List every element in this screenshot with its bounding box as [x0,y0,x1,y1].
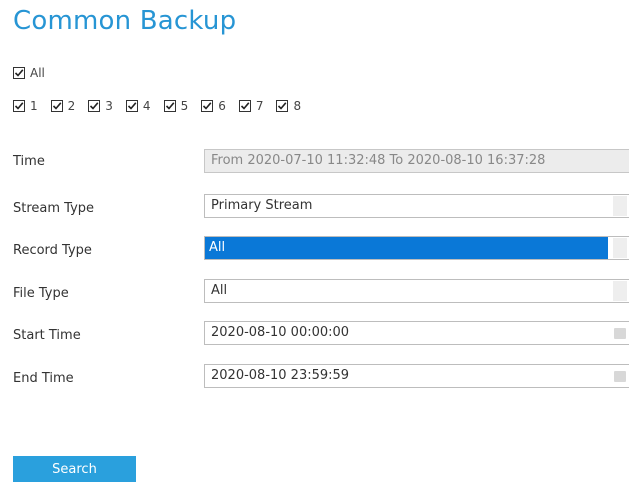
channel-label: 1 [30,99,38,113]
channel-label: 7 [255,99,264,113]
channel-checkbox-1[interactable]: 1 [13,99,38,113]
calendar-icon[interactable] [614,371,626,382]
channel-checkbox-6[interactable]: 6 [201,99,226,113]
end-time-value: 2020-08-10 23:59:59 [211,368,350,383]
stream-type-label: Stream Type [13,201,95,216]
all-checkbox-item[interactable]: All [13,66,45,80]
channel-5-checkbox[interactable] [163,100,176,112]
record-type-value: All [205,237,608,259]
dropdown-arrow-icon[interactable] [613,238,627,258]
channel-checkbox-2[interactable]: 2 [50,99,76,113]
channel-8-checkbox[interactable] [276,100,289,112]
all-checkbox-row: All [13,66,58,80]
channel-2-checkbox[interactable] [50,100,63,112]
dropdown-arrow-icon[interactable] [613,281,627,301]
channel-1-checkbox[interactable] [13,100,25,112]
channel-label: 8 [293,99,302,113]
channel-checkbox-7[interactable]: 7 [238,99,264,113]
channel-3-checkbox[interactable] [88,100,101,112]
checkmark-icon [127,102,137,110]
channel-label: 3 [105,99,113,113]
file-type-label: File Type [13,286,69,301]
page-title: Common Backup [13,6,237,36]
all-checkbox-label: All [30,66,45,80]
start-time-value: 2020-08-10 00:00:00 [211,325,350,340]
channel-checkbox-3[interactable]: 3 [88,99,113,113]
channel-label: 6 [218,99,226,113]
calendar-icon[interactable] [614,328,626,339]
checkmark-icon [90,102,99,110]
stream-type-select[interactable]: Primary Stream [204,194,629,218]
record-type-select[interactable]: All [204,236,629,260]
checkmark-icon [165,102,174,110]
dropdown-arrow-icon[interactable] [613,196,627,216]
checkmark-icon [203,102,212,110]
end-time-input[interactable]: 2020-08-10 23:59:59 [204,364,629,388]
all-checkbox[interactable] [13,67,25,79]
stream-type-value: Primary Stream [211,198,313,213]
checkmark-icon [240,102,250,110]
search-button[interactable]: Search [13,456,136,482]
checkmark-icon [14,102,24,110]
channel-7-checkbox[interactable] [238,100,251,112]
channel-checkbox-4[interactable]: 4 [125,99,151,113]
channel-checkbox-row: 1 2 3 4 5 6 7 8 [13,99,314,113]
file-type-select[interactable]: All [204,279,629,303]
channel-6-checkbox[interactable] [201,100,214,112]
file-type-value: All [211,283,228,298]
checkmark-icon [52,102,62,110]
time-range-field: From 2020-07-10 11:32:48 To 2020-08-10 1… [204,149,629,173]
channel-label: 4 [142,99,151,113]
start-time-label: Start Time [13,328,81,343]
start-time-input[interactable]: 2020-08-10 00:00:00 [204,321,629,345]
channel-label: 2 [67,99,76,113]
record-type-label: Record Type [13,243,92,258]
end-time-label: End Time [13,371,74,386]
channel-4-checkbox[interactable] [125,100,138,112]
channel-checkbox-8[interactable]: 8 [276,99,301,113]
time-label: Time [13,154,45,169]
checkmark-icon [278,102,287,110]
channel-label: 5 [180,99,189,113]
channel-checkbox-5[interactable]: 5 [163,99,189,113]
checkmark-icon [14,69,24,77]
